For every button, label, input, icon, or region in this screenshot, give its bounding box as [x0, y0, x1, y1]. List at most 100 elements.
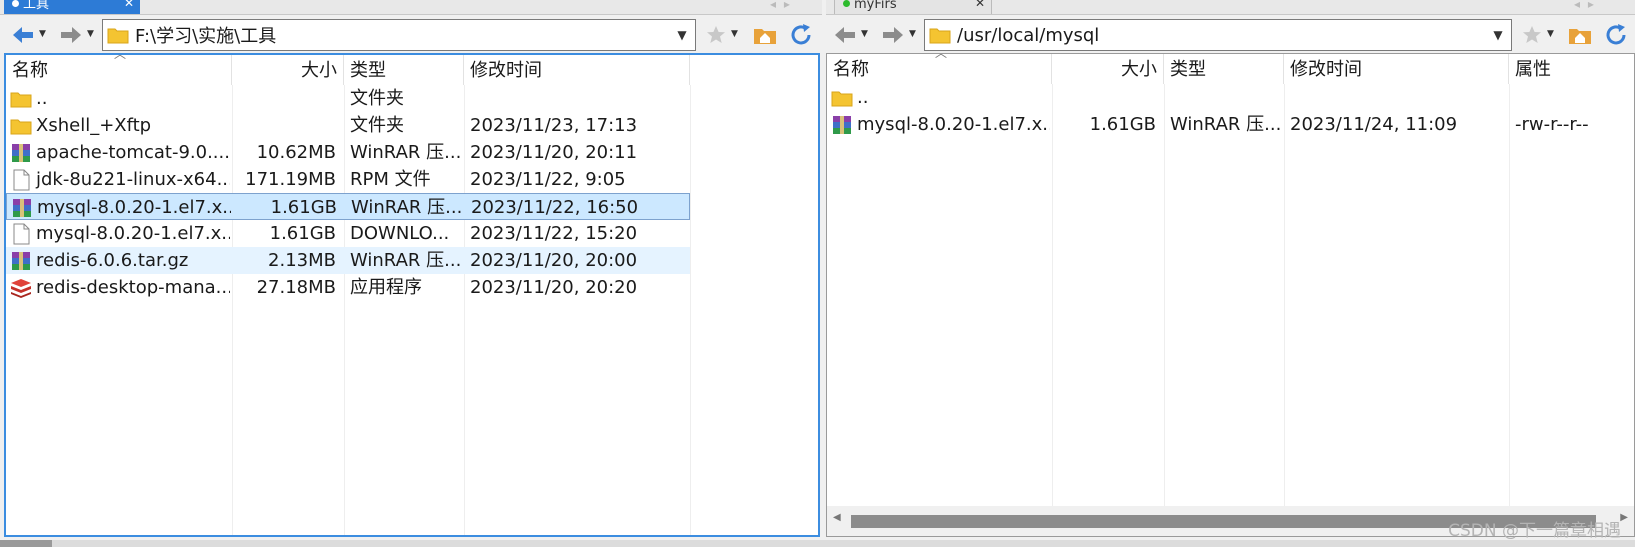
- cell-modified: 2023/11/22, 16:50: [471, 197, 639, 218]
- cell-name: mysql-8.0.20-1.el7.x...: [857, 114, 1050, 135]
- watermark: CSDN @下一篇章相遇: [1448, 521, 1621, 541]
- file-row[interactable]: redis-desktop-mana... 27.18MB 应用程序 2023/11/…: [6, 274, 690, 301]
- sort-up-icon: ︿: [935, 53, 948, 60]
- tab-label: myFirs: [854, 0, 897, 12]
- column-modified[interactable]: 修改时间: [1284, 54, 1509, 84]
- file-row[interactable]: ..: [827, 84, 1634, 111]
- right-toolbar: ▼ ▼ /usr/local/mysql ▼ ▼: [826, 15, 1635, 55]
- cell-name: Xshell_+Xftp: [36, 115, 152, 136]
- cell-size: 171.19MB: [245, 169, 336, 190]
- left-column-header: 名称 ︿ 大小 类型 修改时间: [6, 55, 818, 85]
- cell-name: apache-tomcat-9.0....: [36, 142, 230, 163]
- left-tab-bar: 工具 ✕ ◂ ▸: [0, 0, 822, 15]
- back-arrow-icon[interactable]: [10, 22, 36, 48]
- refresh-icon[interactable]: [788, 22, 814, 48]
- refresh-icon[interactable]: [1603, 22, 1629, 48]
- column-attributes[interactable]: 属性: [1509, 54, 1634, 84]
- cell-type: WinRAR 压...: [351, 197, 463, 218]
- cell-size: [232, 112, 342, 139]
- column-divider: [1509, 84, 1510, 536]
- tab-label: 工具: [23, 0, 50, 12]
- cell-modified: 2023/11/24, 11:09: [1290, 114, 1458, 135]
- back-arrow-icon[interactable]: [832, 22, 858, 48]
- tab-status-dot-icon: [12, 0, 19, 7]
- cell-type: 文件夹: [350, 88, 404, 109]
- back-dropdown-icon[interactable]: ▼: [861, 29, 868, 39]
- star-icon[interactable]: [705, 22, 727, 48]
- right-tab-bar: myFirs ✕ ◂ ▸: [826, 0, 1635, 15]
- column-size[interactable]: 大小: [1052, 54, 1164, 84]
- scroll-right-icon[interactable]: ▶: [1620, 512, 1628, 523]
- tab-local[interactable]: 工具 ✕: [4, 0, 140, 14]
- tab-scroll-arrows-icon[interactable]: ◂ ▸: [770, 0, 792, 11]
- scroll-left-icon[interactable]: ◀: [833, 512, 841, 523]
- cell-type: 应用程序: [350, 277, 422, 298]
- cell-name: ..: [857, 87, 869, 108]
- cell-name: jdk-8u221-linux-x64...: [36, 169, 230, 190]
- column-type[interactable]: 类型: [1164, 54, 1284, 84]
- forward-arrow-icon[interactable]: [880, 22, 906, 48]
- cell-size: [1052, 84, 1162, 111]
- tab-connected-dot-icon: [843, 0, 850, 7]
- column-size[interactable]: 大小: [232, 55, 344, 85]
- cell-type: WinRAR 压...: [1170, 114, 1282, 135]
- bottom-scrollbar[interactable]: [0, 540, 1635, 547]
- chevron-down-icon[interactable]: ▼: [1485, 20, 1511, 50]
- cell-type: [1164, 84, 1284, 111]
- cell-modified: 2023/11/23, 17:13: [470, 115, 638, 136]
- column-divider: [1164, 84, 1165, 536]
- right-path-text: /usr/local/mysql: [957, 24, 1100, 46]
- file-row[interactable]: jdk-8u221-linux-x64... 171.19MB RPM 文件 2023…: [6, 166, 690, 193]
- remote-pane: myFirs ✕ ◂ ▸ ▼ ▼ /usr/local/mysql ▼ ▼ 名称…: [826, 0, 1635, 540]
- home-folder-icon[interactable]: [752, 22, 778, 48]
- cell-modified: 2023/11/22, 15:20: [470, 223, 638, 244]
- bottom-scrollbar-thumb[interactable]: [0, 540, 52, 547]
- forward-dropdown-icon[interactable]: ▼: [87, 29, 94, 39]
- tab-close-icon[interactable]: ✕: [124, 0, 134, 9]
- chevron-down-icon[interactable]: ▼: [669, 20, 695, 50]
- forward-arrow-icon[interactable]: [58, 22, 84, 48]
- file-row[interactable]: mysql-8.0.20-1.el7.x... 1.61GB WinRAR 压...…: [6, 193, 690, 220]
- folder-icon: [929, 28, 951, 44]
- back-dropdown-icon[interactable]: ▼: [39, 29, 46, 39]
- star-icon[interactable]: [1521, 22, 1543, 48]
- cell-modified: [464, 85, 690, 112]
- cell-name: redis-6.0.6.tar.gz: [36, 250, 189, 271]
- cell-type: DOWNLO...: [350, 223, 450, 244]
- cell-size: [232, 85, 342, 112]
- file-row[interactable]: .. 文件夹: [6, 85, 690, 112]
- cell-type: WinRAR 压...: [350, 142, 462, 163]
- column-modified[interactable]: 修改时间: [464, 55, 690, 85]
- file-row[interactable]: Xshell_+Xftp 文件夹 2023/11/23, 17:13: [6, 112, 690, 139]
- right-address-bar[interactable]: /usr/local/mysql ▼: [924, 19, 1512, 51]
- cell-modified: 2023/11/20, 20:00: [470, 250, 638, 271]
- cell-type: RPM 文件: [350, 169, 431, 190]
- local-pane: 工具 ✕ ◂ ▸ ▼ ▼ F:\学习\实施\工具 ▼ ▼ 名称 ︿ 大小 类型 …: [0, 0, 822, 540]
- forward-dropdown-icon[interactable]: ▼: [909, 29, 916, 39]
- cell-name: mysql-8.0.20-1.el7.x...: [37, 197, 231, 218]
- left-path-text: F:\学习\实施\工具: [135, 26, 277, 47]
- local-file-list[interactable]: 名称 ︿ 大小 类型 修改时间 .. 文件夹 Xshell_+Xftp 文件夹 2023…: [4, 53, 820, 537]
- cell-size: 10.62MB: [256, 142, 336, 163]
- remote-file-list[interactable]: 名称 ︿ 大小 类型 修改时间 属性 .. mysql-8.0.20-1.el7.…: [826, 53, 1635, 537]
- file-row[interactable]: apache-tomcat-9.0.... 10.62MB WinRAR 压... 2…: [6, 139, 690, 166]
- tab-remote[interactable]: myFirs ✕: [834, 0, 992, 14]
- cell-type: 文件夹: [350, 115, 404, 136]
- file-row[interactable]: redis-6.0.6.tar.gz 2.13MB WinRAR 压... 2023/…: [6, 247, 690, 274]
- cell-size: 1.61GB: [1089, 114, 1156, 135]
- file-row[interactable]: mysql-8.0.20-1.el7.x... 1.61GB DOWNLO... 20…: [6, 220, 690, 247]
- favorites-dropdown-icon[interactable]: ▼: [1547, 29, 1554, 39]
- home-folder-icon[interactable]: [1567, 22, 1593, 48]
- favorites-dropdown-icon[interactable]: ▼: [731, 29, 738, 39]
- left-address-bar[interactable]: F:\学习\实施\工具 ▼: [102, 19, 696, 51]
- cell-name: ..: [36, 88, 48, 109]
- column-divider: [690, 85, 691, 535]
- file-row[interactable]: mysql-8.0.20-1.el7.x... 1.61GB WinRAR 压...…: [827, 111, 1634, 138]
- cell-attributes: [1509, 84, 1634, 111]
- column-type[interactable]: 类型: [344, 55, 464, 85]
- column-divider: [1052, 84, 1053, 536]
- tab-scroll-arrows-icon[interactable]: ◂ ▸: [1574, 0, 1596, 11]
- cell-name: mysql-8.0.20-1.el7.x...: [36, 223, 230, 244]
- cell-modified: 2023/11/22, 9:05: [470, 169, 626, 190]
- tab-close-icon[interactable]: ✕: [975, 0, 985, 9]
